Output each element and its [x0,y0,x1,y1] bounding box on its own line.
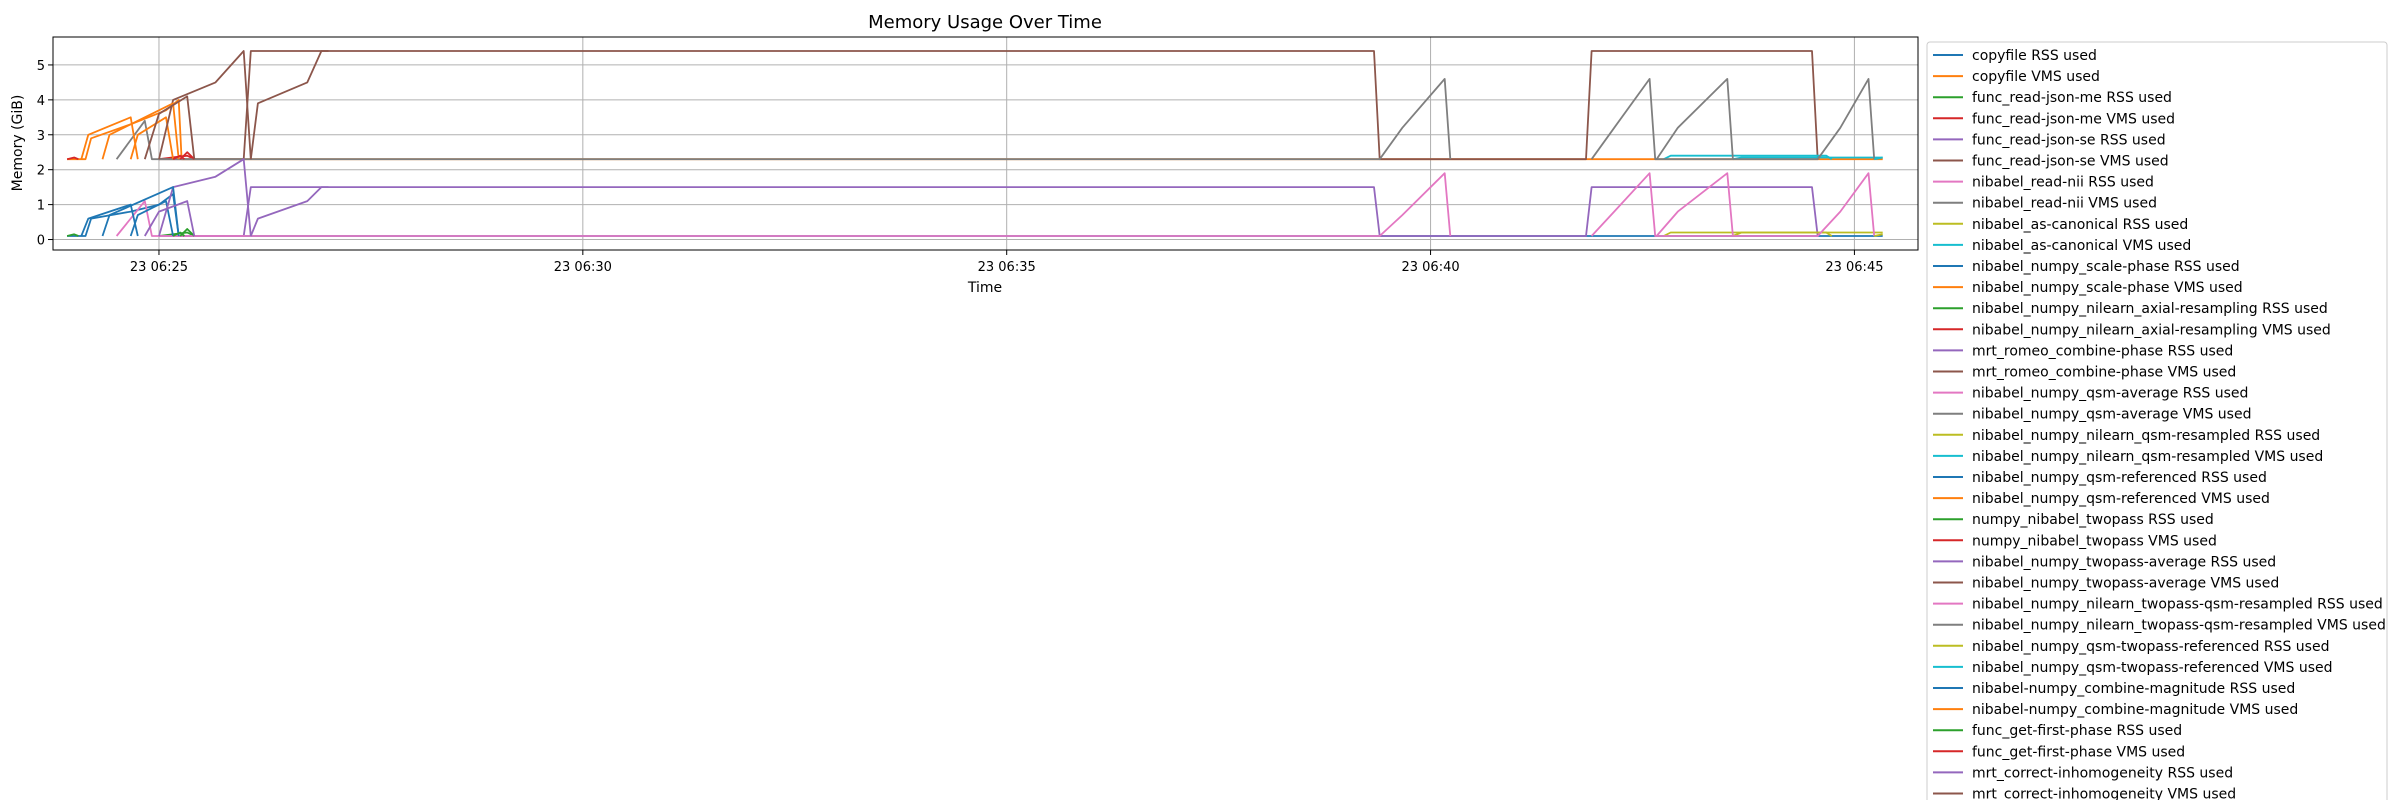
legend-label: copyfile RSS used [1972,48,2097,64]
legend-label: nibabel_numpy_nilearn_axial-resampling V… [1972,322,2331,338]
legend-label: nibabel_numpy_twopass-average RSS used [1972,554,2276,570]
x-tick-label: 23 06:45 [1825,260,1883,275]
legend-label: nibabel_numpy_qsm-average VMS used [1972,407,2251,423]
legend-label: func_read-json-me RSS used [1972,90,2172,106]
legend-label: mrt_correct-inhomogeneity RSS used [1972,765,2233,781]
legend-label: func_read-json-me VMS used [1972,111,2175,127]
y-tick-label: 3 [37,129,45,144]
legend-label: mrt_romeo_combine-phase RSS used [1972,343,2233,359]
y-axis-label: Memory (GiB) [10,95,26,192]
legend-label: func_get-first-phase RSS used [1972,723,2182,739]
legend-label: nibabel_numpy_qsm-twopass-referenced RSS… [1972,639,2329,655]
legend-label: nibabel_numpy_nilearn_twopass-qsm-resamp… [1972,597,2383,613]
legend-label: nibabel-numpy_combine-magnitude VMS used [1972,702,2298,718]
legend-label: nibabel_numpy_qsm-referenced VMS used [1972,491,2270,507]
x-tick-label: 23 06:35 [978,260,1036,275]
legend-label: numpy_nibabel_twopass VMS used [1972,533,2217,549]
legend-label: nibabel_numpy_twopass-average VMS used [1972,576,2279,592]
legend-label: func_read-json-se VMS used [1972,154,2169,170]
legend-label: nibabel_numpy_scale-phase VMS used [1972,280,2243,296]
memory-usage-chart: Memory Usage Over Time 23 06:25 23 06:30 2… [0,0,2400,800]
chart-title: Memory Usage Over Time [868,12,1102,33]
legend-label: nibabel_numpy_qsm-referenced RSS used [1972,470,2267,486]
legend-label: nibabel_numpy_qsm-twopass-referenced VMS… [1972,660,2333,676]
x-axis-label: Time [967,280,1002,296]
legend-label: nibabel_numpy_nilearn_qsm-resampled VMS … [1972,449,2323,465]
legend-label: copyfile VMS used [1972,69,2100,85]
legend-label: mrt_romeo_combine-phase VMS used [1972,365,2236,381]
y-tick-label: 1 [37,199,45,214]
legend-label: nibabel_read-nii RSS used [1972,175,2154,191]
legend: copyfile RSS used copyfile VMS used func_r… [1926,41,2388,800]
legend-label: numpy_nibabel_twopass RSS used [1972,512,2214,528]
legend-label: nibabel_numpy_qsm-average RSS used [1972,386,2248,402]
legend-label: func_get-first-phase VMS used [1972,744,2185,760]
x-tick-label: 23 06:40 [1401,260,1459,275]
legend-label: nibabel_numpy_nilearn_axial-resampling R… [1972,301,2328,317]
x-tick-label: 23 06:25 [130,260,188,275]
legend-label: nibabel_read-nii VMS used [1972,196,2157,212]
y-tick-label: 4 [37,94,45,109]
legend-label: nibabel_numpy_scale-phase RSS used [1972,259,2240,275]
legend-label: nibabel_as-canonical RSS used [1972,217,2188,233]
legend-label: nibabel_as-canonical VMS used [1972,238,2191,254]
legend-label: nibabel_numpy_nilearn_qsm-resampled RSS … [1972,428,2320,444]
y-tick-label: 5 [37,59,45,74]
legend-label: mrt_correct-inhomogeneity VMS used [1972,787,2236,800]
y-tick-label: 0 [37,234,45,249]
legend-label: nibabel_numpy_nilearn_twopass-qsm-resamp… [1972,618,2386,634]
x-tick-label: 23 06:30 [554,260,612,275]
legend-label: nibabel-numpy_combine-magnitude RSS used [1972,681,2295,697]
y-tick-label: 2 [37,164,45,179]
legend-label: func_read-json-se RSS used [1972,132,2166,148]
